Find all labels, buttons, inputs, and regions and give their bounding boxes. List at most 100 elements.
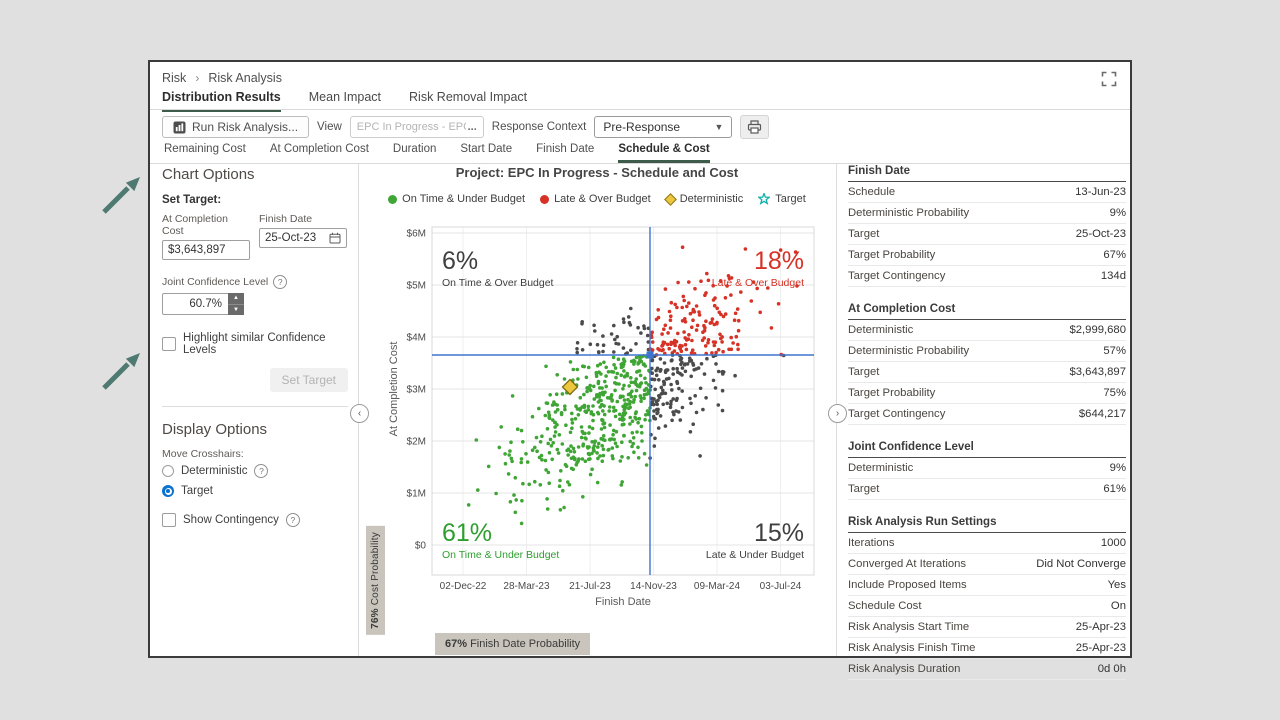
panel-row-label: Schedule	[848, 186, 895, 198]
panel-row-value: On	[1111, 600, 1126, 612]
panel-row-label: Target	[848, 483, 879, 495]
panel-section: Finish Date Schedule 13-Jun-23 Deterministi…	[848, 162, 1126, 287]
panel-section: Risk Analysis Run Settings Iterations 1000…	[848, 513, 1126, 680]
panel-row-value: 9%	[1110, 462, 1126, 474]
panel-row-label: Deterministic Probability	[848, 207, 969, 219]
arrow-to-display-options	[104, 353, 140, 388]
panel-section: At Completion Cost Deterministic $2,999,68…	[848, 300, 1126, 425]
panel-row-value: 13-Jun-23	[1075, 186, 1126, 198]
panel-section-heading: At Completion Cost	[848, 300, 1126, 320]
panel-row: Target Probability 67%	[848, 245, 1126, 266]
finish-probability-label: Finish Date Probability	[467, 638, 580, 650]
cost-probability-pct: 76%	[370, 608, 381, 629]
target-marker	[647, 352, 654, 359]
x-tick-label: 21-Jul-23	[569, 581, 611, 592]
panel-row: Converged At Iterations Did Not Converge	[848, 554, 1126, 575]
right-panel: Finish Date Schedule 13-Jun-23 Deterministi…	[848, 162, 1126, 680]
panel-row-value: 0d 0h	[1098, 663, 1126, 675]
panel-row-label: Converged At Iterations	[848, 558, 966, 570]
panel-row-label: Risk Analysis Finish Time	[848, 642, 975, 654]
cost-probability-label: Cost Probability	[370, 532, 381, 608]
quadrant-percentage: 61%	[442, 519, 492, 547]
panel-row-value: 25-Apr-23	[1076, 621, 1126, 633]
panel-row: Target 25-Oct-23	[848, 224, 1126, 245]
panel-row: Schedule Cost On	[848, 596, 1126, 617]
panel-section-heading: Joint Confidence Level	[848, 438, 1126, 458]
panel-row: Schedule 13-Jun-23	[848, 182, 1126, 203]
panel-row-value: 1000	[1101, 537, 1126, 549]
panel-row-label: Target Contingency	[848, 270, 945, 282]
panel-row: Deterministic 9%	[848, 458, 1126, 479]
panel-section-heading: Risk Analysis Run Settings	[848, 513, 1126, 533]
collapse-right-panel-button[interactable]: ›	[828, 404, 847, 423]
panel-row-label: Target Probability	[848, 249, 935, 261]
panel-row-value: 61%	[1103, 483, 1126, 495]
panel-row-value: 134d	[1101, 270, 1126, 282]
x-tick-label: 14-Nov-23	[630, 581, 677, 592]
panel-row: Target $3,643,897	[848, 362, 1126, 383]
x-tick-label: 09-Mar-24	[694, 581, 741, 592]
panel-row-label: Deterministic	[848, 324, 913, 336]
panel-row-value: 75%	[1103, 387, 1126, 399]
y-tick-label: $5M	[407, 281, 426, 292]
arrow-to-set-target	[104, 177, 140, 212]
page: { "breadcrumb": {"items": ["Risk", "Risk…	[0, 0, 1280, 720]
panel-row-value: $644,217	[1079, 408, 1126, 420]
quadrant-percentage: 15%	[754, 519, 804, 547]
x-tick-label: 28-Mar-23	[503, 581, 550, 592]
quadrant-label: On Time & Under Budget	[442, 549, 559, 561]
x-tick-label: 03-Jul-24	[760, 581, 802, 592]
panel-row: Target 61%	[848, 479, 1126, 500]
panel-row-value: 25-Oct-23	[1076, 228, 1126, 240]
y-tick-label: $3M	[407, 385, 426, 396]
quadrant-label: Late & Under Budget	[706, 549, 804, 561]
x-tick-label: 02-Dec-22	[440, 581, 487, 592]
panel-row: Deterministic $2,999,680	[848, 320, 1126, 341]
panel-row-label: Deterministic Probability	[848, 345, 969, 357]
deterministic-marker	[563, 380, 578, 395]
collapse-left-panel-button[interactable]: ‹	[350, 404, 369, 423]
panel-row-value: $2,999,680	[1069, 324, 1126, 336]
panel-section: Joint Confidence Level Deterministic 9% Tar…	[848, 438, 1126, 500]
panel-row-value: 25-Apr-23	[1076, 642, 1126, 654]
y-tick-label: $4M	[407, 333, 426, 344]
panel-row-label: Schedule Cost	[848, 600, 921, 612]
panel-row-label: Risk Analysis Duration	[848, 663, 960, 675]
panel-row-value: Yes	[1108, 579, 1126, 591]
panel-row-value: 67%	[1103, 249, 1126, 261]
panel-row-label: Target	[848, 366, 879, 378]
panel-row: Risk Analysis Duration 0d 0h	[848, 659, 1126, 680]
x-axis-label: Finish Date	[595, 596, 651, 608]
panel-row-label: Target Probability	[848, 387, 935, 399]
cost-probability-badge: 76% Cost Probability	[366, 526, 385, 635]
panel-row-label: Deterministic	[848, 462, 913, 474]
panel-row-label: Iterations	[848, 537, 894, 549]
panel-row: Target Contingency $644,217	[848, 404, 1126, 425]
panel-row: Include Proposed Items Yes	[848, 575, 1126, 596]
panel-row-label: Target	[848, 228, 879, 240]
panel-row-value: 57%	[1103, 345, 1126, 357]
panel-section-heading: Finish Date	[848, 162, 1126, 182]
panel-row-value: $3,643,897	[1069, 366, 1126, 378]
y-tick-label: $2M	[407, 437, 426, 448]
panel-row-label: Risk Analysis Start Time	[848, 621, 969, 633]
quadrant-percentage: 6%	[442, 247, 478, 275]
y-axis-label: At Completion Cost	[388, 342, 400, 437]
y-tick-label: $6M	[407, 229, 426, 240]
panel-row-label: Target Contingency	[848, 408, 945, 420]
panel-row: Target Probability 75%	[848, 383, 1126, 404]
panel-row-value: 9%	[1110, 207, 1126, 219]
app-window: Risk › Risk Analysis Distribution Result…	[148, 60, 1132, 658]
panel-row-label: Include Proposed Items	[848, 579, 967, 591]
panel-row: Risk Analysis Finish Time 25-Apr-23	[848, 638, 1126, 659]
panel-row: Risk Analysis Start Time 25-Apr-23	[848, 617, 1126, 638]
panel-row-value: Did Not Converge	[1036, 558, 1126, 570]
panel-row: Deterministic Probability 9%	[848, 203, 1126, 224]
quadrant-label: On Time & Over Budget	[442, 277, 554, 289]
finish-probability-pct: 67%	[445, 638, 467, 650]
y-tick-label: $1M	[407, 489, 426, 500]
panel-row: Deterministic Probability 57%	[848, 341, 1126, 362]
panel-row: Iterations 1000	[848, 533, 1126, 554]
finish-date-probability-badge: 67% Finish Date Probability	[435, 633, 590, 655]
panel-row: Target Contingency 134d	[848, 266, 1126, 287]
